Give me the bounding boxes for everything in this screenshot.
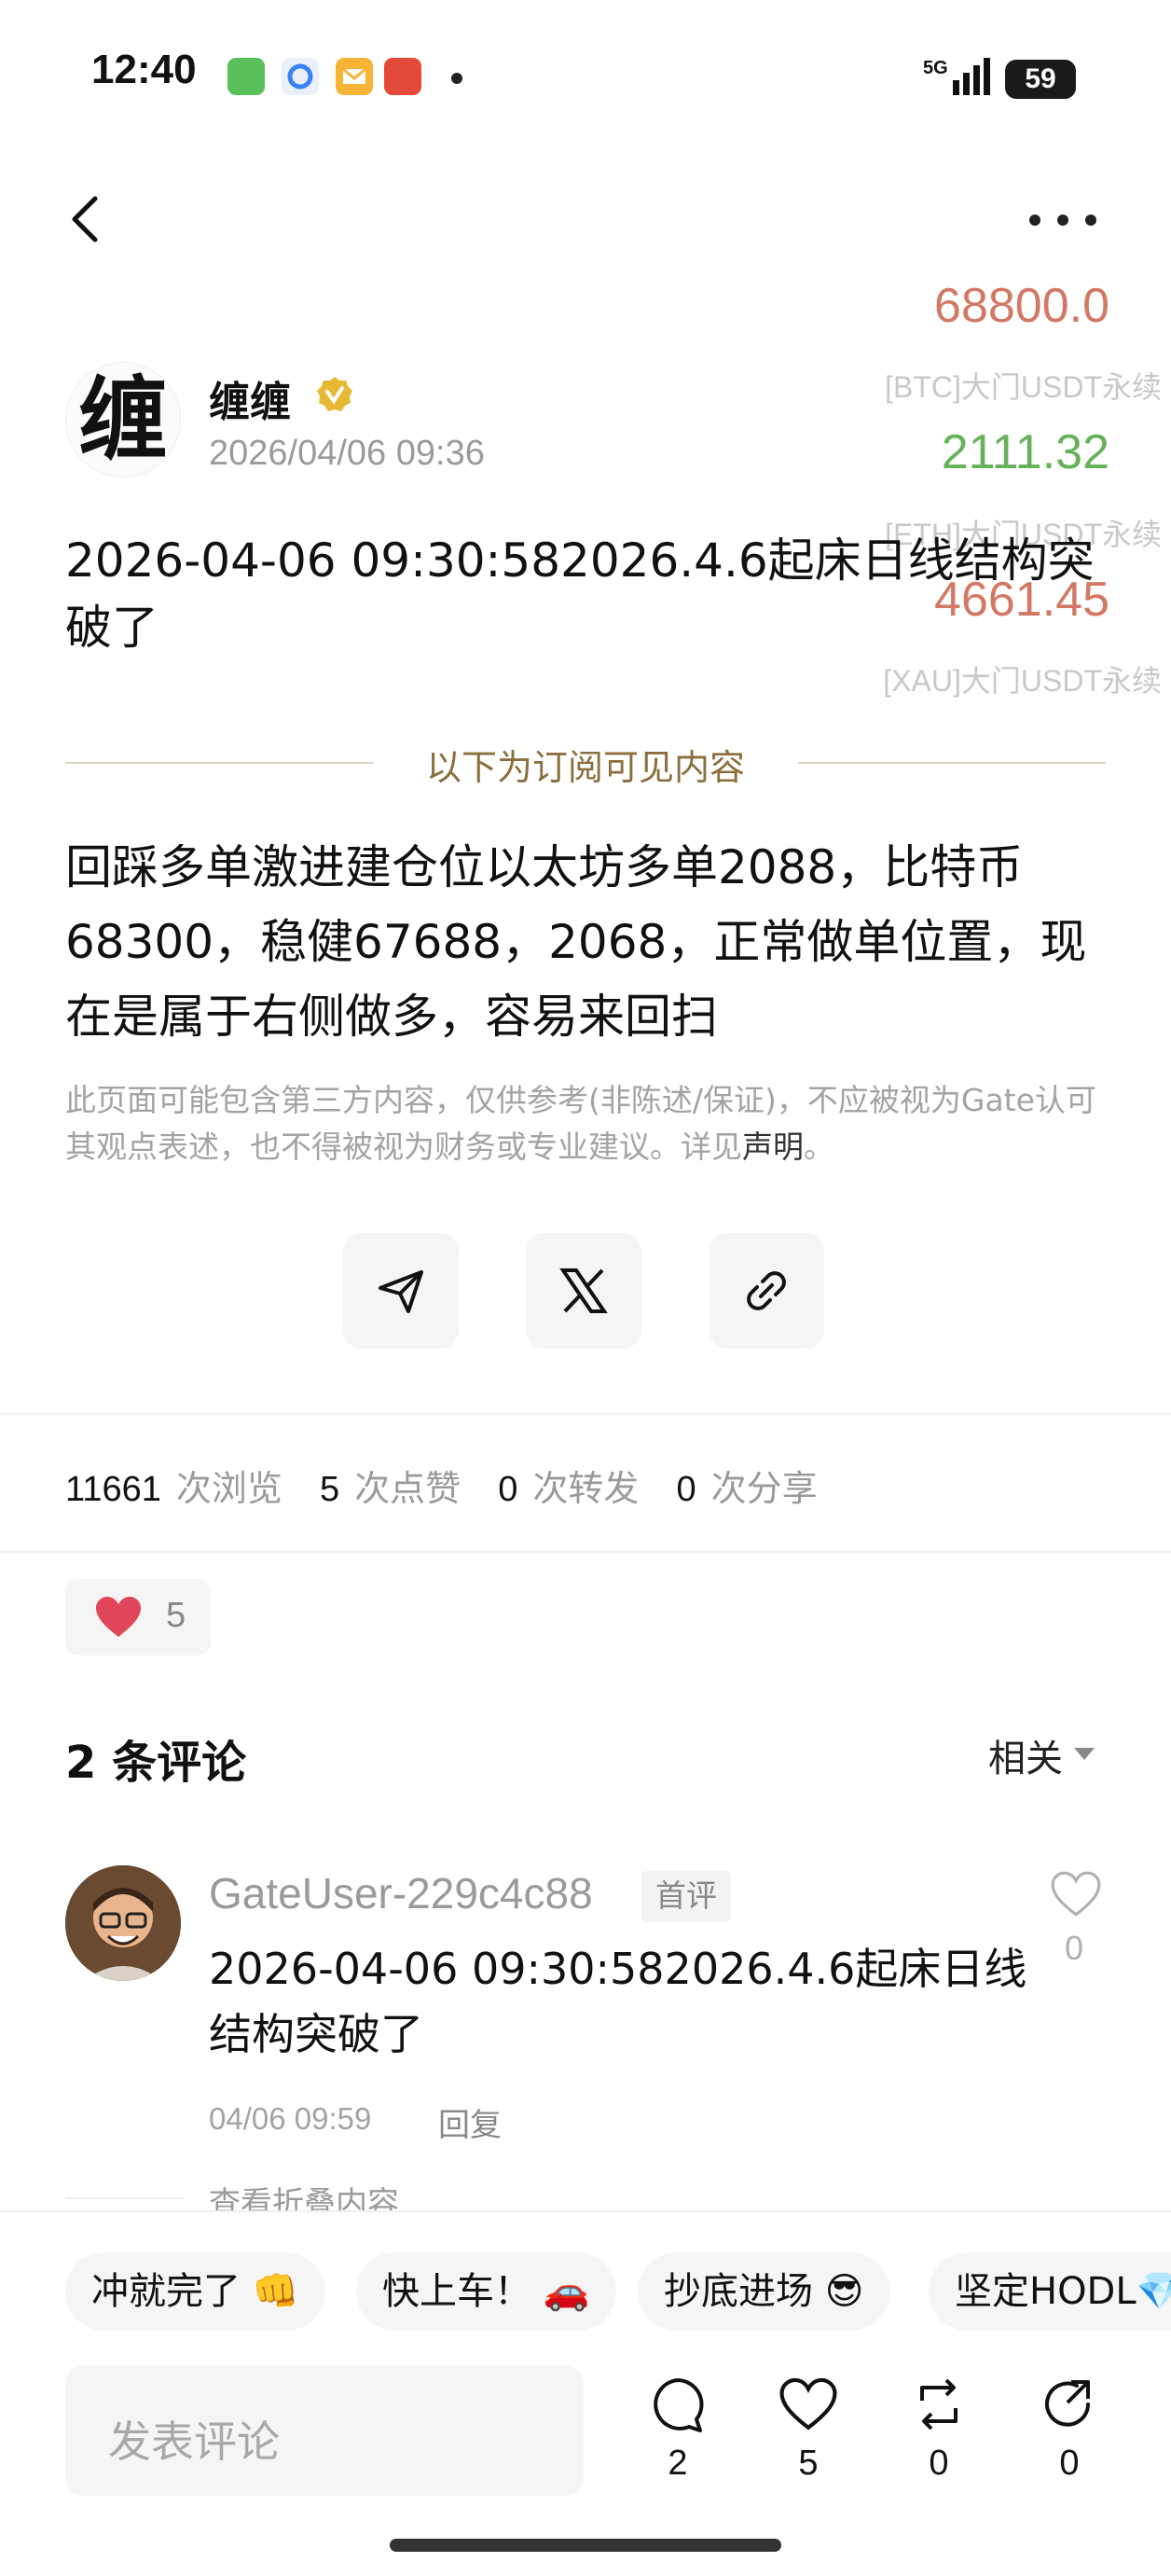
send-icon xyxy=(379,1270,423,1313)
x-logo-icon xyxy=(559,1268,608,1313)
likes-action[interactable]: 5 xyxy=(766,2375,850,2484)
x-share-button[interactable] xyxy=(526,1233,641,1349)
subscriber-content-label: 以下为订阅可见内容 xyxy=(425,747,745,788)
author-name[interactable]: 缠缠 xyxy=(209,368,291,428)
share-icon xyxy=(1045,2380,1090,2427)
commenter-name[interactable]: GateUser-229c4c88 xyxy=(209,1868,593,1918)
sort-dropdown[interactable]: 相关 xyxy=(988,1728,1063,1782)
quick-reply-chip[interactable]: 抄底进场 😎 xyxy=(638,2252,890,2331)
disclaimer-link[interactable]: 声明 xyxy=(742,1129,804,1165)
xau-label: [XAU]大门USDT永续 xyxy=(883,664,1162,698)
post-body: 回踩多单激进建仓位以太坊多单2088，比特币68300，稳健67688，2068… xyxy=(65,840,1087,1044)
more-options-icon[interactable] xyxy=(1026,213,1100,228)
separator xyxy=(0,1413,1171,1415)
repost-action[interactable]: 0 xyxy=(897,2375,981,2484)
home-indicator[interactable] xyxy=(390,2539,781,2552)
news-app-icon xyxy=(384,58,421,95)
comment-time: 04/06 09:59 xyxy=(209,2101,372,2136)
comments-action[interactable]: 2 xyxy=(636,2375,720,2484)
chevron-down-icon[interactable] xyxy=(1074,1748,1095,1760)
comments-title: 2 条评论 xyxy=(65,1737,247,1789)
browser-app-icon xyxy=(282,58,319,95)
btc-label: [BTC]大门USDT永续 xyxy=(885,370,1162,404)
verified-badge-icon xyxy=(315,375,354,414)
comment-input-placeholder: 发表评论 xyxy=(108,2417,280,2467)
btc-price[interactable]: 68800.0 xyxy=(934,278,1109,334)
post-title: 2026-04-06 09:30:582026.4.6起床日线结构突破了 xyxy=(65,533,1095,655)
author-avatar[interactable]: 缠 xyxy=(65,362,181,478)
disclaimer: 此页面可能包含第三方内容，仅供参考(非陈述/保证)，不应被视为Gate认可其观点… xyxy=(65,1082,1096,1165)
more-notifications-dot xyxy=(451,73,462,84)
comment-bubble-icon xyxy=(654,2378,704,2432)
quick-reply-chip[interactable]: 冲就完了 👊 xyxy=(65,2252,325,2331)
copy-link-button[interactable] xyxy=(709,1233,824,1349)
commenter-avatar[interactable] xyxy=(65,1865,181,1981)
comment-like-icon[interactable] xyxy=(1050,1870,1102,1918)
first-comment-badge: 首评 xyxy=(641,1871,731,1921)
heart-icon xyxy=(779,2377,837,2431)
back-button[interactable] xyxy=(60,191,116,247)
share-action[interactable]: 0 xyxy=(1027,2375,1111,2484)
folded-divider xyxy=(65,2197,185,2199)
comment-like-count: 0 xyxy=(1065,1929,1084,1967)
quick-reply-chip[interactable]: 快上车！ 🚗 xyxy=(356,2252,616,2331)
reply-button[interactable]: 回复 xyxy=(438,2099,502,2145)
reaction-count: 5 xyxy=(166,1596,186,1635)
separator xyxy=(0,1551,1171,1553)
repost-icon xyxy=(920,2378,957,2431)
post-stats: 11661 次浏览 5 次点赞 0 次转发 0 次分享 xyxy=(65,1468,818,1509)
link-icon xyxy=(747,1271,786,1310)
eth-price[interactable]: 2111.32 xyxy=(942,424,1109,480)
heart-reaction-chip[interactable]: 5 xyxy=(65,1579,211,1655)
battery-icon: 59 xyxy=(1005,60,1076,99)
heart-icon xyxy=(96,1597,141,1637)
messages-app-icon xyxy=(227,58,265,95)
status-time: 12:40 xyxy=(91,47,197,92)
comment-input[interactable]: 发表评论 xyxy=(65,2365,584,2496)
post-time: 2026/04/06 09:36 xyxy=(209,434,485,473)
mail-app-icon xyxy=(336,58,373,95)
telegram-share-button[interactable] xyxy=(343,1233,459,1349)
quick-reply-chip[interactable]: 坚定HODL💎 xyxy=(929,2252,1171,2331)
comment-text: 2026-04-06 09:30:582026.4.6起床日线结构突破了 xyxy=(209,1944,1027,2059)
